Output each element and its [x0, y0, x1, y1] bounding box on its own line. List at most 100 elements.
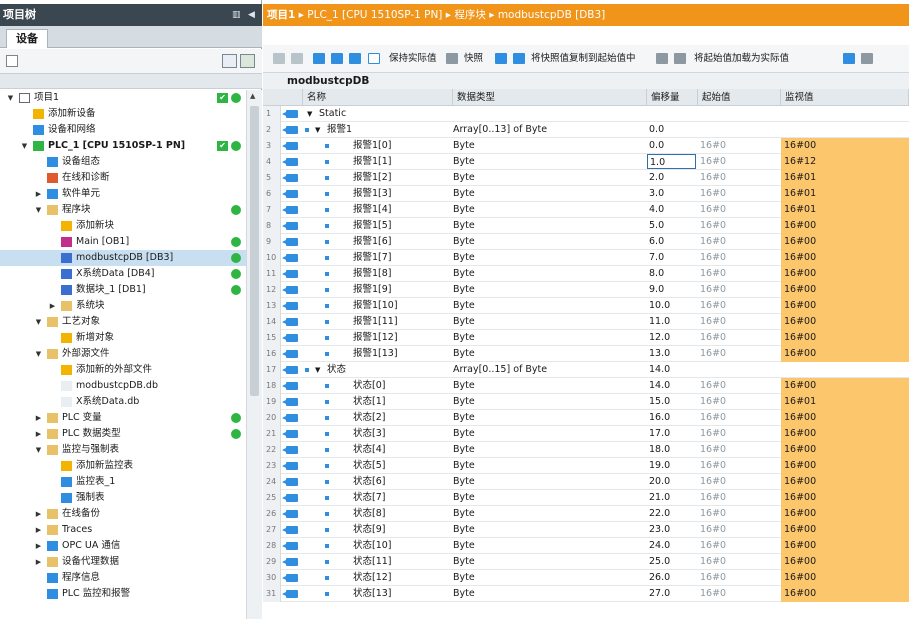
tag-offset[interactable]: 2.0 — [647, 170, 696, 186]
tag-start-value[interactable]: 16#0 — [698, 186, 726, 202]
tag-type[interactable]: Byte — [453, 298, 475, 314]
tag-offset[interactable]: 14.0 — [647, 362, 696, 378]
tag-start-value[interactable]: 16#0 — [698, 298, 726, 314]
keep-actual-values-button[interactable]: 保持实际值 — [389, 52, 437, 66]
tag-name[interactable]: 报警1[4] — [353, 202, 392, 218]
collapse-pane-icon[interactable]: ◀ — [248, 4, 255, 26]
tag-offset[interactable]: 8.0 — [647, 266, 696, 282]
tag-start-value[interactable]: 16#0 — [698, 490, 726, 506]
tree-item[interactable]: 在线和诊断 — [0, 170, 246, 186]
tree-item[interactable]: 程序信息 — [0, 570, 246, 586]
tag-offset[interactable]: 7.0 — [647, 250, 696, 266]
tree-item[interactable]: ▶ PLC 变量 — [0, 410, 246, 426]
copy-snapshot-icon[interactable] — [495, 53, 507, 64]
tree-item[interactable]: ▼ 监控与强制表 — [0, 442, 246, 458]
scrollbar-thumb[interactable] — [250, 106, 259, 396]
tag-name[interactable]: 状态[8] — [353, 506, 385, 522]
load-all-icon[interactable] — [674, 53, 686, 64]
tag-start-value[interactable]: 16#0 — [698, 538, 726, 554]
tag-name[interactable]: 报警1[13] — [353, 346, 398, 362]
tag-name[interactable]: 状态[13] — [353, 586, 392, 602]
tree-item[interactable]: 添加新监控表 — [0, 458, 246, 474]
tag-start-value[interactable]: 16#0 — [698, 506, 726, 522]
tree-item[interactable]: ▼ 工艺对象 — [0, 314, 246, 330]
tree-expanded-icon[interactable]: ▼ — [34, 202, 43, 218]
tag-name[interactable]: 状态[10] — [353, 538, 392, 554]
tree-collapsed-icon[interactable]: ▶ — [34, 554, 43, 570]
tag-start-value[interactable]: 16#0 — [698, 442, 726, 458]
tag-offset[interactable]: 21.0 — [647, 490, 696, 506]
table-row[interactable]: 3 报警1[0] Byte 0.0 16#0 16#00 — [263, 138, 909, 154]
tag-start-value[interactable]: 16#0 — [698, 266, 726, 282]
tree-expanded-icon[interactable]: ▼ — [6, 90, 15, 106]
tree-item[interactable]: modbustcpDB.db — [0, 378, 246, 394]
monitor-toggle-icon[interactable] — [368, 53, 380, 64]
tag-offset[interactable] — [647, 106, 696, 122]
download-icon[interactable] — [843, 53, 855, 64]
tag-start-value[interactable]: 16#0 — [698, 410, 726, 426]
tag-type[interactable]: Byte — [453, 474, 475, 490]
tree-item[interactable]: modbustcpDB [DB3] — [0, 250, 246, 266]
tag-name[interactable]: 报警1[3] — [353, 186, 392, 202]
tree-expanded-icon[interactable]: ▼ — [307, 106, 312, 122]
tree-item[interactable]: ▼ 外部源文件 — [0, 346, 246, 362]
tag-type[interactable]: Byte — [453, 266, 475, 282]
table-row[interactable]: 4 报警1[1] Byte 1.0 16#0 16#12 — [263, 154, 909, 170]
tag-offset[interactable]: 15.0 — [647, 394, 696, 410]
tag-offset[interactable]: 1.0 — [647, 154, 696, 169]
tag-name[interactable]: 报警1[5] — [353, 218, 392, 234]
snapshot-button[interactable]: 快照 — [464, 52, 483, 66]
tree-item[interactable]: 监控表_1 — [0, 474, 246, 490]
tag-start-value[interactable]: 16#0 — [698, 458, 726, 474]
collapse-all-icon[interactable] — [331, 53, 343, 64]
tree-item[interactable]: 添加新设备 — [0, 106, 246, 122]
tag-type[interactable]: Byte — [453, 458, 475, 474]
tree-item[interactable]: 设备和网络 — [0, 122, 246, 138]
tag-start-value[interactable]: 16#0 — [698, 570, 726, 586]
table-row[interactable]: 10 报警1[7] Byte 7.0 16#0 16#00 — [263, 250, 909, 266]
insert-row-icon[interactable] — [273, 53, 285, 64]
tree-collapsed-icon[interactable]: ▶ — [34, 426, 43, 442]
tree-item[interactable]: 添加新块 — [0, 218, 246, 234]
tree-expanded-icon[interactable]: ▼ — [315, 122, 320, 138]
tag-start-value[interactable]: 16#0 — [698, 138, 726, 154]
tag-name[interactable]: 状态[0] — [353, 378, 385, 394]
col-header-name[interactable]: 名称 — [303, 89, 453, 106]
tag-type[interactable]: Byte — [453, 378, 475, 394]
table-row[interactable]: 23 状态[5] Byte 19.0 16#0 16#00 — [263, 458, 909, 474]
breadcrumb-item[interactable]: modbustcpDB [DB3] — [498, 9, 605, 21]
tag-start-value[interactable]: 16#0 — [698, 522, 726, 538]
tree-item[interactable]: ▶ PLC 数据类型 — [0, 426, 246, 442]
tree-expanded-icon[interactable]: ▼ — [34, 314, 43, 330]
tag-offset[interactable]: 20.0 — [647, 474, 696, 490]
tag-name[interactable]: 报警1[12] — [353, 330, 398, 346]
tag-start-value[interactable]: 16#0 — [698, 218, 726, 234]
tag-name[interactable]: 报警1[9] — [353, 282, 392, 298]
tag-type[interactable]: Byte — [453, 522, 475, 538]
tag-name[interactable]: 报警1[7] — [353, 250, 392, 266]
tag-name[interactable]: 报警1 — [327, 122, 352, 138]
load-icon[interactable] — [656, 53, 668, 64]
tag-type[interactable]: Byte — [453, 186, 475, 202]
tag-offset[interactable]: 9.0 — [647, 282, 696, 298]
table-row[interactable]: 26 状态[8] Byte 22.0 16#0 16#00 — [263, 506, 909, 522]
tag-offset[interactable]: 16.0 — [647, 410, 696, 426]
tag-offset[interactable]: 10.0 — [647, 298, 696, 314]
tree-item[interactable]: ▶ Traces — [0, 522, 246, 538]
tag-type[interactable]: Byte — [453, 586, 475, 602]
tag-type[interactable]: Byte — [453, 538, 475, 554]
tag-offset[interactable]: 13.0 — [647, 346, 696, 362]
table-row[interactable]: 8 报警1[5] Byte 5.0 16#0 16#00 — [263, 218, 909, 234]
copy-snapshot-to-start-button[interactable]: 将快照值复制到起始值中 — [531, 52, 636, 66]
tag-start-value[interactable]: 16#0 — [698, 426, 726, 442]
tag-name[interactable]: 状态[12] — [353, 570, 392, 586]
tag-offset[interactable]: 26.0 — [647, 570, 696, 586]
table-row[interactable]: 15 报警1[12] Byte 12.0 16#0 16#00 — [263, 330, 909, 346]
tag-start-value[interactable]: 16#0 — [698, 154, 726, 170]
tag-start-value[interactable]: 16#0 — [698, 250, 726, 266]
tag-name[interactable]: Static — [319, 106, 346, 122]
tree-collapsed-icon[interactable]: ▶ — [34, 522, 43, 538]
table-row[interactable]: 6 报警1[3] Byte 3.0 16#0 16#01 — [263, 186, 909, 202]
table-row[interactable]: 5 报警1[2] Byte 2.0 16#0 16#01 — [263, 170, 909, 186]
tag-type[interactable]: Byte — [453, 202, 475, 218]
